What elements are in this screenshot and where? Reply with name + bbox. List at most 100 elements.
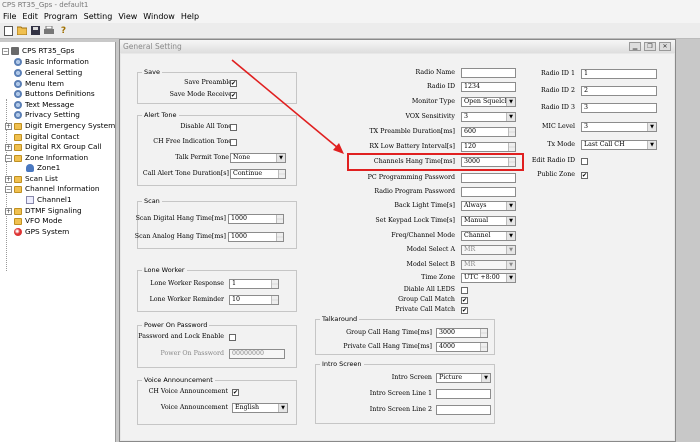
- mic-level-select[interactable]: 3: [581, 122, 657, 132]
- expand-icon[interactable]: +: [5, 175, 12, 183]
- talk-permit-tone-label: Talk Permit Tone: [175, 154, 229, 161]
- tx-preamble-duration-input[interactable]: 600: [461, 127, 516, 137]
- tree-item-basic-information[interactable]: Basic Information: [14, 57, 89, 67]
- tree-item-digit-emergency-system[interactable]: + Digit Emergency System: [5, 121, 115, 131]
- vox-sensitivity-select[interactable]: 3: [461, 112, 516, 122]
- scan-group: Scan Scan Digital Hang Time[ms] 1000 Sca…: [135, 197, 297, 249]
- menu-program[interactable]: Program: [41, 10, 81, 23]
- scan-analog-hang-input[interactable]: 1000: [228, 232, 284, 242]
- model-select-b-select[interactable]: MR: [461, 260, 516, 270]
- private-call-match-checkbox[interactable]: ✔: [461, 307, 468, 314]
- minimize-icon[interactable]: ▁: [629, 42, 641, 51]
- tree-root[interactable]: − CPS RT35_Gps: [2, 46, 74, 56]
- menu-help[interactable]: Help: [178, 10, 202, 23]
- scan-digital-hang-input[interactable]: 1000: [228, 214, 284, 224]
- restore-icon[interactable]: ❐: [644, 42, 656, 51]
- back-light-time-select[interactable]: Always: [461, 201, 516, 211]
- time-zone-select[interactable]: UTC +8:00: [461, 273, 516, 283]
- expand-icon[interactable]: +: [5, 122, 12, 130]
- gear-icon: [14, 69, 22, 77]
- disable-all-tone-checkbox[interactable]: [230, 124, 237, 131]
- talk-permit-tone-select[interactable]: None: [230, 153, 286, 163]
- ch-voice-announcement-checkbox[interactable]: ✔: [232, 389, 239, 396]
- voice-announcement-select[interactable]: English: [232, 403, 288, 413]
- expand-icon[interactable]: +: [5, 207, 12, 215]
- tree-item-digital-rx-group-call[interactable]: + Digital RX Group Call: [5, 142, 102, 152]
- password-lock-enable-checkbox[interactable]: [229, 334, 236, 341]
- tree-item-channel1[interactable]: Channel1: [26, 195, 72, 205]
- tx-mode-select[interactable]: Last Call CH: [581, 140, 657, 150]
- menu-window[interactable]: Window: [140, 10, 178, 23]
- tree-item-privacy-setting[interactable]: Privacy Setting: [14, 110, 80, 120]
- group-call-hang-time-input[interactable]: 3000: [436, 328, 488, 338]
- pc-programming-password-input[interactable]: [461, 173, 516, 183]
- save-preamble-checkbox[interactable]: ✔: [230, 80, 237, 87]
- radio-id-1-input[interactable]: 1: [581, 69, 657, 79]
- open-folder-icon[interactable]: [16, 25, 27, 36]
- edit-radio-id-checkbox[interactable]: [581, 158, 588, 165]
- monitor-type-select[interactable]: Open Squelch: [461, 97, 516, 107]
- vox-sensitivity-label: VOX Sensitivity: [405, 113, 455, 120]
- tree-item-menu-item[interactable]: Menu Item: [14, 79, 64, 89]
- intro-screen-group: Intro Screen Intro Screen Picture Intro …: [315, 360, 495, 424]
- menu-file[interactable]: File: [0, 10, 19, 23]
- group-call-match-checkbox[interactable]: ✔: [461, 297, 468, 304]
- collapse-icon[interactable]: −: [5, 185, 12, 193]
- radio-id-input[interactable]: 1234: [461, 82, 516, 92]
- save-mode-receive-checkbox[interactable]: ✔: [230, 92, 237, 99]
- new-file-icon[interactable]: [3, 25, 14, 36]
- menu-edit[interactable]: Edit: [19, 10, 41, 23]
- gear-icon: [14, 58, 22, 66]
- tree-item-vfo-mode[interactable]: VFO Mode: [14, 216, 62, 226]
- lone-worker-response-input[interactable]: 1: [229, 279, 279, 289]
- model-select-a-select[interactable]: MR: [461, 245, 516, 255]
- rx-low-battery-interval-input[interactable]: 120: [461, 142, 516, 152]
- folder-icon: [14, 133, 22, 141]
- lone-worker-response-label: Lone Worker Response: [150, 280, 224, 287]
- tree-item-digital-contact[interactable]: Digital Contact: [14, 132, 79, 142]
- radio-program-password-label: Radio Program Password: [374, 188, 455, 195]
- time-zone-label: Time Zone: [421, 274, 455, 281]
- tree-item-zone1[interactable]: Zone1: [26, 163, 60, 173]
- close-icon[interactable]: ✕: [659, 42, 671, 51]
- keypad-lock-time-select[interactable]: Manual: [461, 216, 516, 226]
- window-title-bar: General Setting ▁ ❐ ✕: [120, 40, 675, 53]
- radio-id-3-input[interactable]: 3: [581, 103, 657, 113]
- menu-setting[interactable]: Setting: [81, 10, 116, 23]
- tree-item-general-setting[interactable]: General Setting: [14, 68, 82, 78]
- disable-all-tone-label: Disable All Tone: [180, 123, 232, 130]
- tree-item-channel-information[interactable]: − Channel Information: [5, 184, 100, 194]
- tree-item-buttons-definitions[interactable]: Buttons Definitions: [14, 89, 95, 99]
- intro-screen-line2-input[interactable]: [436, 405, 491, 415]
- radio-id-2-input[interactable]: 2: [581, 86, 657, 96]
- mic-level-label: MIC Level: [542, 123, 575, 130]
- tree-item-gps-system[interactable]: GPS System: [14, 227, 69, 237]
- gps-icon: [14, 228, 22, 236]
- collapse-icon[interactable]: −: [2, 47, 9, 55]
- disable-all-leds-checkbox[interactable]: [461, 287, 468, 294]
- tree-item-zone-information[interactable]: − Zone Information: [5, 153, 88, 163]
- power-on-password-input[interactable]: 00000000: [229, 349, 285, 359]
- help-icon[interactable]: ?: [58, 25, 69, 36]
- radio-name-input[interactable]: [461, 68, 516, 78]
- menu-view[interactable]: View: [115, 10, 140, 23]
- tree-item-dtmf-signaling[interactable]: + DTMF Signaling: [5, 206, 82, 216]
- save-legend: Save: [142, 68, 162, 76]
- radio-program-password-input[interactable]: [461, 187, 516, 197]
- print-icon[interactable]: [43, 25, 54, 36]
- intro-screen-line1-input[interactable]: [436, 389, 491, 399]
- expand-icon[interactable]: +: [5, 143, 12, 151]
- save-icon[interactable]: [30, 25, 41, 36]
- private-call-hang-time-input[interactable]: 4000: [436, 342, 488, 352]
- public-zone-checkbox[interactable]: ✔: [581, 172, 588, 179]
- voice-announcement-legend: Voice Announcement: [142, 376, 215, 384]
- intro-screen-select[interactable]: Picture: [436, 373, 491, 383]
- tree-item-text-message[interactable]: Text Message: [14, 100, 74, 110]
- tree-item-scan-list[interactable]: + Scan List: [5, 174, 58, 184]
- ch-free-indication-checkbox[interactable]: [230, 139, 237, 146]
- group-call-match-label: Group Call Match: [398, 296, 455, 303]
- freq-channel-mode-select[interactable]: Channel: [461, 231, 516, 241]
- lone-worker-reminder-input[interactable]: 10: [229, 295, 279, 305]
- collapse-icon[interactable]: −: [5, 154, 12, 162]
- call-alert-duration-input[interactable]: Continue: [230, 169, 286, 179]
